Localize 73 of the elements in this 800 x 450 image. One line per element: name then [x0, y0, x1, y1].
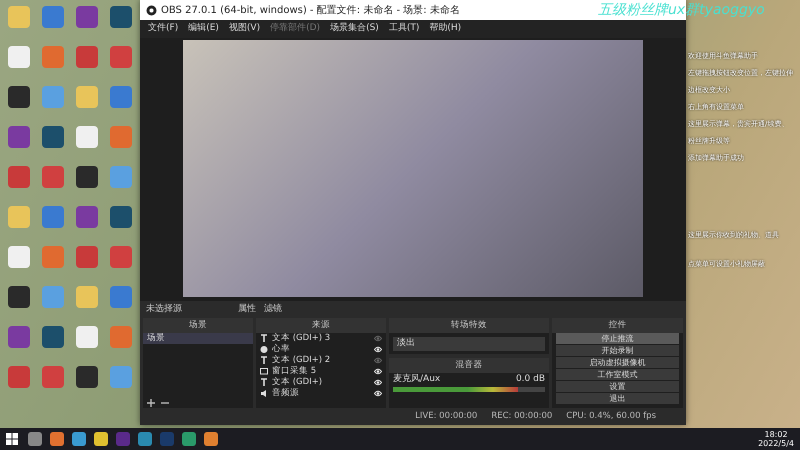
channel-label: 麦克风/Aux: [393, 373, 440, 386]
source-item[interactable]: 文本 (GDI+) 2: [256, 355, 386, 366]
windows-start-icon[interactable]: [6, 433, 18, 445]
source-name: 文本 (GDI+) 3: [272, 333, 332, 344]
panel-title: 转场特效: [389, 318, 549, 333]
source-name: 心率: [272, 344, 291, 355]
source-item[interactable]: 音频源: [256, 388, 386, 399]
desktop-app-icon[interactable]: [76, 6, 98, 28]
no-source-label: 未选择源: [146, 302, 182, 316]
window-title: OBS 27.0.1 (64-bit, windows) - 配置文件: 未命名 - 场景: 未命名: [161, 4, 460, 18]
desktop-app-icon[interactable]: [110, 206, 132, 228]
taskbar-app-icon[interactable]: [28, 432, 42, 446]
menu-item[interactable]: 场景集合(S): [330, 22, 379, 36]
menu-item[interactable]: 工具(T): [388, 22, 420, 36]
taskbar-clock[interactable]: 18:02 2022/5/4: [758, 430, 794, 448]
desktop-app-icon[interactable]: [8, 46, 30, 68]
taskbar-app-icon[interactable]: [138, 432, 152, 446]
scene-item[interactable]: 场景: [143, 333, 253, 344]
desktop-app-icon[interactable]: [8, 286, 30, 308]
menu-item[interactable]: 文件(F): [148, 22, 178, 36]
panel-title: 控件: [552, 318, 683, 333]
desktop-app-icon[interactable]: [76, 366, 98, 388]
taskbar-app-icon[interactable]: [94, 432, 108, 446]
desktop-app-icon[interactable]: [76, 326, 98, 348]
toolbar-button[interactable]: 属性: [238, 302, 256, 316]
source-item[interactable]: 文本 (GDI+): [256, 377, 386, 388]
source-item[interactable]: 窗口采集 5: [256, 366, 386, 377]
status-text: CPU: 0.4%, 60.00 fps: [566, 410, 656, 423]
source-name: 窗口采集 5: [272, 366, 318, 377]
taskbar-app-icon[interactable]: [182, 432, 196, 446]
volume-track[interactable]: [393, 386, 545, 392]
control-button[interactable]: 启动虚拟摄像机: [556, 357, 679, 368]
t-letter-icon: [260, 378, 268, 387]
t-letter-icon: [260, 334, 268, 343]
obs-logo-icon: [146, 4, 157, 16]
desktop-app-icon[interactable]: [42, 126, 64, 148]
window-icon: [260, 367, 268, 376]
add-icon[interactable]: [147, 399, 155, 408]
source-item[interactable]: 心率: [256, 344, 386, 355]
panel-title: 场景: [143, 318, 253, 333]
taskbar-app-icon[interactable]: [204, 432, 218, 446]
status-text: REC: 00:00:00: [491, 410, 552, 423]
desktop-app-icon[interactable]: [8, 126, 30, 148]
source-name: 音频源: [272, 388, 300, 399]
control-button[interactable]: 设置: [556, 381, 679, 392]
desktop-app-icon[interactable]: [42, 326, 64, 348]
menu-item[interactable]: 帮助(H): [429, 22, 462, 36]
control-button[interactable]: 工作室模式: [556, 369, 679, 380]
menu-item[interactable]: 编辑(E): [188, 22, 219, 36]
desktop-app-icon[interactable]: [8, 86, 30, 108]
desktop-app-icon[interactable]: [110, 6, 132, 28]
transition-dropdown[interactable]: 淡出: [393, 337, 545, 350]
control-button[interactable]: 停止推流: [556, 333, 679, 344]
desktop-app-icon[interactable]: [8, 326, 30, 348]
menu-item[interactable]: 视图(V): [228, 22, 260, 36]
volume-reading: 0.0 dB: [516, 373, 545, 386]
desktop-app-icon[interactable]: [76, 126, 98, 148]
source-name: 文本 (GDI+) 2: [272, 355, 332, 366]
status-text: LIVE: 00:00:00: [415, 410, 478, 423]
t-letter-icon: [260, 356, 268, 365]
speaker-icon: [260, 389, 268, 398]
toolbar-button[interactable]: 滤镜: [264, 302, 282, 316]
control-button[interactable]: 退出: [556, 393, 679, 404]
desktop-app-icon[interactable]: [8, 246, 30, 268]
taskbar-app-icon[interactable]: [50, 432, 64, 446]
panel-title: 混音器: [389, 358, 549, 373]
taskbar-app-icon[interactable]: [72, 432, 86, 446]
desktop-app-icon[interactable]: [76, 206, 98, 228]
panel-title: 来源: [256, 318, 386, 333]
desktop-app-icon[interactable]: [76, 166, 98, 188]
control-button[interactable]: 开始录制: [556, 345, 679, 356]
source-name: 文本 (GDI+): [272, 377, 324, 388]
source-item[interactable]: 文本 (GDI+) 3: [256, 333, 386, 344]
